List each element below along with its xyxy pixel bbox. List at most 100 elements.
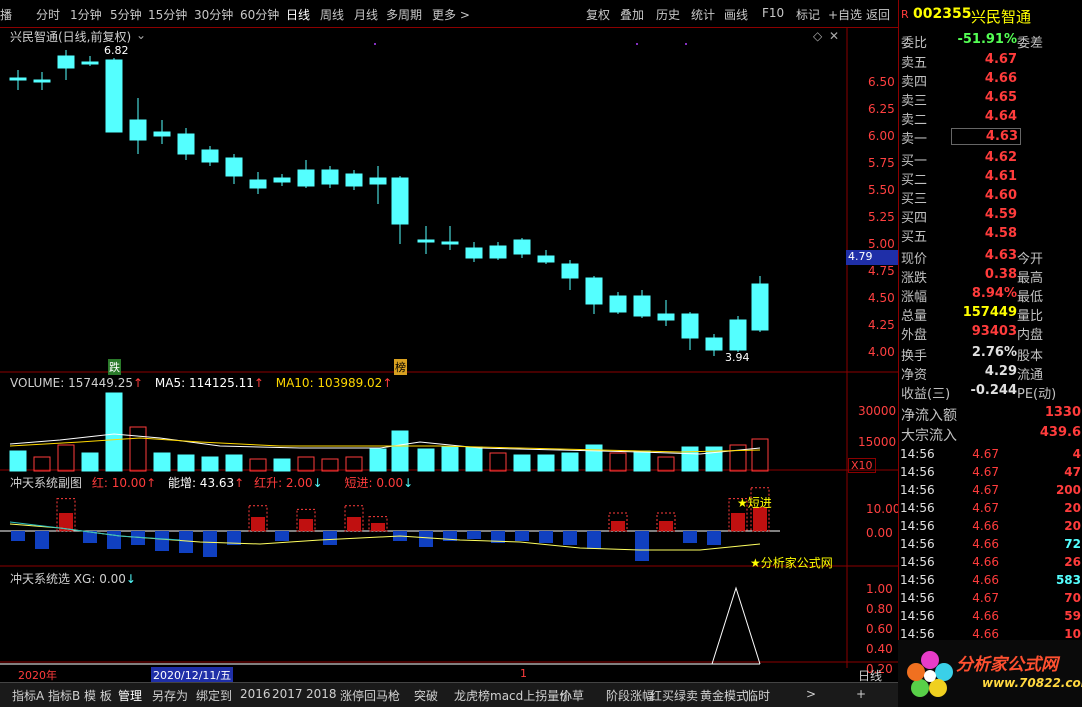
period-tab-monthly[interactable]: 月线: [354, 6, 378, 23]
volume-bar: [321, 458, 339, 472]
volume-bar: [489, 452, 507, 472]
template-tab-3[interactable]: 管理: [118, 687, 142, 704]
signal-dot: [374, 43, 376, 45]
template-tab-8[interactable]: 2018: [306, 687, 337, 701]
period-tab-daily[interactable]: 日线: [286, 6, 310, 23]
template-tab-9[interactable]: 涨停回马枪: [340, 687, 400, 704]
flow-row: 大宗流入 439.6: [901, 425, 1081, 444]
candle-body: [681, 313, 699, 339]
template-tab-1[interactable]: 指标B: [48, 687, 80, 704]
stat-row: 涨跌 0.38 最高: [901, 267, 1044, 286]
sub1-energy: 能增: 43.63: [167, 476, 235, 490]
sub1-blue-bar: [179, 531, 193, 553]
toolbar-item-0[interactable]: 播: [0, 6, 12, 23]
signal-dot: [636, 43, 638, 45]
close-icon[interactable]: ✕: [829, 29, 839, 43]
flow-value: 1330: [1044, 405, 1081, 420]
candle-body: [441, 241, 459, 245]
volume-bar: [681, 446, 699, 472]
ma5-label: MA5: 114125.11: [154, 376, 254, 390]
sub1-red-bar: [347, 517, 361, 531]
period-tab-15min[interactable]: 15分钟: [148, 6, 187, 23]
sub1-blue-bar: [707, 531, 721, 545]
volume-bar: [609, 452, 627, 472]
template-tab-2[interactable]: 模 板: [84, 687, 112, 704]
candle-body: [369, 177, 387, 185]
period-tab-weekly[interactable]: 周线: [320, 6, 344, 23]
weibi-row: 委比 -51.91% 委差: [901, 32, 1044, 51]
candle-body: [609, 295, 627, 313]
candle-body: [153, 131, 171, 137]
template-tab-14[interactable]: 阶段涨幅: [606, 687, 654, 704]
diamond-icon[interactable]: ◇: [813, 29, 822, 43]
template-tab-18[interactable]: >: [806, 687, 816, 701]
period-tab-fenshi[interactable]: 分时: [36, 6, 60, 23]
add-tab-button[interactable]: +: [856, 687, 866, 701]
volume-bar: [657, 456, 675, 472]
back-button[interactable]: 返回: [866, 6, 890, 23]
template-tab-16[interactable]: 黄金模式: [700, 687, 748, 704]
template-tab-15[interactable]: 红买绿卖: [650, 687, 698, 704]
timeline-mark: 1: [520, 667, 527, 680]
template-tab-5[interactable]: 绑定到: [196, 687, 232, 704]
candle-body: [249, 179, 267, 189]
stats-button[interactable]: 统计: [691, 6, 715, 23]
ask-price: 4.66: [984, 71, 1017, 86]
template-tab-4[interactable]: 另存为: [152, 687, 188, 704]
ask-price: 4.64: [984, 109, 1017, 124]
f10-button[interactable]: F10: [762, 6, 784, 20]
candle-body: [705, 337, 723, 351]
overlay-button[interactable]: 叠加: [620, 6, 644, 23]
sub1-red: 红: 10.00: [91, 476, 147, 490]
volume-bar: [633, 450, 651, 472]
ask-price: 4.67: [984, 52, 1017, 67]
stat-value: 0.38: [984, 267, 1017, 282]
sub1-red-bar: [371, 523, 385, 531]
volume-bar: [465, 446, 483, 472]
period-tab-multi[interactable]: 多周期: [386, 6, 422, 23]
stat-value: 2.76%: [971, 345, 1017, 360]
template-tab-17[interactable]: 临时: [746, 687, 770, 704]
period-tab-30min[interactable]: 30分钟: [194, 6, 233, 23]
period-tab-1min[interactable]: 1分钟: [70, 6, 102, 23]
logo-text: 分析家公式网: [956, 655, 1058, 675]
add-favorite-button[interactable]: +自选: [828, 6, 862, 23]
tick-row: 14:56 4.67 70: [900, 591, 1081, 605]
tick-row: 14:56 4.66 583: [900, 573, 1081, 587]
template-tab-6[interactable]: 2016: [240, 687, 271, 701]
period-tab-60min[interactable]: 60分钟: [240, 6, 279, 23]
template-tab-13[interactable]: 小草: [560, 687, 584, 704]
sub1-blue-bar: [35, 531, 49, 549]
candle-body: [465, 247, 483, 259]
tick-row: 14:56 4.67 200: [900, 483, 1081, 497]
candle-body: [9, 77, 27, 81]
mark-button[interactable]: 标记: [796, 6, 820, 23]
timeline-cursor-date: 2020/12/11/五: [151, 667, 234, 683]
candle-body: [489, 245, 507, 259]
fuquan-button[interactable]: 复权: [586, 6, 610, 23]
stat-row: 收益(三) -0.244 PE(动): [901, 383, 1057, 402]
sub1-blue-bar: [539, 531, 553, 543]
candlestick-series: [9, 50, 769, 356]
volume-bar: [249, 458, 267, 472]
volume-bar: [9, 450, 27, 472]
bid-price: 4.58: [984, 226, 1017, 241]
volume-bar: [391, 430, 409, 472]
template-tab-11[interactable]: 龙虎榜: [454, 687, 490, 704]
template-tab-0[interactable]: 指标A: [12, 687, 44, 704]
draw-button[interactable]: 画线: [724, 6, 748, 23]
template-tab-10[interactable]: 突破: [414, 687, 438, 704]
sub1-blue-bar: [11, 531, 25, 541]
watermark-text: ★分析家公式网: [750, 556, 833, 570]
sub1-blue-bar: [155, 531, 169, 551]
period-tab-more[interactable]: 更多 >: [432, 6, 470, 23]
logo-url: www.70822.com: [982, 676, 1082, 690]
high-price-label: 6.82: [104, 44, 129, 57]
chevron-down-icon[interactable]: ⌄: [136, 28, 146, 42]
template-tab-7[interactable]: 2017: [272, 687, 303, 701]
candle-body: [225, 157, 243, 177]
site-logo: 分析家公式网 www.70822.com: [898, 640, 1082, 707]
xg-spike: [711, 586, 761, 665]
period-tab-5min[interactable]: 5分钟: [110, 6, 142, 23]
history-button[interactable]: 历史: [656, 6, 680, 23]
